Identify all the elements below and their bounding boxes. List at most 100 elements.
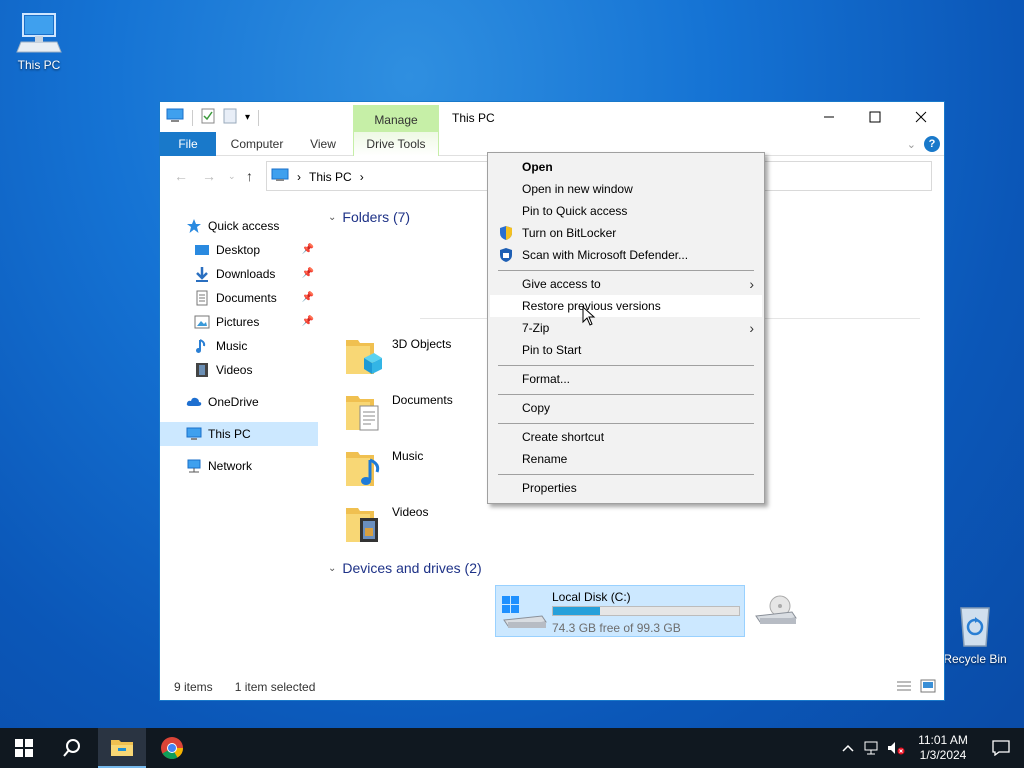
computer-icon — [186, 426, 202, 442]
pin-icon[interactable]: 📌 — [302, 316, 314, 327]
volume-muted-icon[interactable] — [884, 728, 908, 768]
search-icon — [63, 739, 80, 757]
tab-drive-tools[interactable]: Drive Tools — [353, 132, 439, 156]
group-header-folders[interactable]: ⌄ Folders (7) — [328, 209, 410, 225]
menu-item-copy[interactable]: Copy — [488, 397, 764, 419]
menu-item-restore-versions[interactable]: Restore previous versions — [490, 295, 762, 317]
tab-file[interactable]: File — [160, 132, 216, 156]
menu-item-7zip[interactable]: 7-Zip › — [488, 317, 764, 339]
pin-icon[interactable]: 📌 — [302, 244, 314, 255]
group-header-devices[interactable]: ⌄ Devices and drives (2) — [328, 560, 482, 576]
nav-item-this-pc[interactable]: This PC — [160, 422, 318, 446]
desktop-icon-this-pc[interactable]: This PC — [3, 8, 75, 72]
tab-computer[interactable]: Computer — [224, 132, 290, 156]
breadcrumb-separator[interactable]: › — [360, 170, 364, 184]
drive-local-disk-c[interactable]: Local Disk (C:) 74.3 GB free of 99.3 GB — [495, 585, 745, 637]
breadcrumb-separator[interactable]: › — [297, 170, 301, 184]
cloud-icon — [186, 394, 202, 410]
start-button[interactable] — [0, 728, 48, 768]
system-tray: 11:01 AM 1/3/2024 — [836, 728, 1024, 768]
network-tray-icon[interactable] — [860, 728, 884, 768]
notification-icon — [992, 740, 1010, 756]
menu-separator — [498, 394, 754, 395]
view-switcher — [896, 679, 936, 696]
clock-date: 1/3/2024 — [919, 748, 967, 762]
folder-documents[interactable]: Documents — [344, 390, 494, 440]
breadcrumb-this-pc[interactable]: This PC — [309, 170, 352, 184]
menu-item-rename[interactable]: Rename — [488, 448, 764, 470]
chevron-down-icon: ⌄ — [328, 562, 337, 574]
new-folder-qat-icon[interactable] — [223, 108, 237, 127]
menu-item-format[interactable]: Format... — [488, 368, 764, 390]
nav-item-quick-access[interactable]: Quick access — [186, 214, 316, 238]
chevron-up-icon[interactable] — [836, 728, 860, 768]
toolbar-separator — [192, 109, 193, 126]
menu-item-defender[interactable]: Scan with Microsoft Defender... — [488, 244, 764, 266]
chevron-right-icon: › — [749, 320, 754, 336]
large-icons-view-icon[interactable] — [920, 679, 936, 696]
folder-videos[interactable]: Videos — [344, 502, 494, 552]
nav-item-label: Desktop — [216, 243, 261, 257]
folder-3d-objects[interactable]: 3D Objects — [344, 334, 494, 384]
menu-separator — [498, 365, 754, 366]
pin-icon[interactable]: 📌 — [302, 292, 314, 303]
taskbar-file-explorer[interactable] — [98, 728, 146, 768]
menu-item-properties[interactable]: Properties — [488, 477, 764, 499]
desktop-icon-label: This PC — [17, 58, 61, 72]
nav-item-videos[interactable]: Videos — [194, 358, 318, 382]
expand-ribbon-icon[interactable]: ⌄ — [907, 138, 916, 151]
tab-view[interactable]: View — [298, 132, 348, 156]
menu-item-pin-start[interactable]: Pin to Start — [488, 339, 764, 361]
manage-contextual-tab[interactable]: Manage — [353, 105, 439, 135]
nav-item-documents[interactable]: Documents 📌 — [194, 286, 318, 310]
nav-item-label: Videos — [216, 363, 253, 377]
file-explorer-icon — [111, 740, 133, 756]
3d-objects-folder-icon — [344, 334, 384, 378]
nav-item-network[interactable]: Network — [186, 454, 318, 478]
clock[interactable]: 11:01 AM 1/3/2024 — [908, 733, 978, 763]
minimize-button[interactable] — [806, 102, 852, 132]
picture-icon — [194, 314, 210, 330]
menu-item-give-access[interactable]: Give access to › — [488, 273, 764, 295]
desktop-icon-recycle-bin[interactable]: Recycle Bin — [939, 602, 1011, 666]
properties-qat-icon[interactable] — [201, 108, 215, 127]
documents-folder-icon — [344, 390, 384, 434]
details-view-icon[interactable] — [896, 679, 912, 696]
menu-item-open[interactable]: Open — [488, 156, 764, 178]
up-arrow-icon[interactable]: ↑ — [246, 168, 253, 184]
nav-item-music[interactable]: Music — [194, 334, 318, 358]
menu-item-open-new-window[interactable]: Open in new window — [488, 178, 764, 200]
dvd-drive-icon[interactable] — [752, 592, 800, 631]
maximize-button[interactable] — [852, 102, 898, 132]
nav-item-pictures[interactable]: Pictures 📌 — [194, 310, 318, 334]
videos-folder-icon — [344, 502, 384, 546]
menu-item-bitlocker[interactable]: Turn on BitLocker — [488, 222, 764, 244]
folder-music[interactable]: Music — [344, 446, 494, 496]
taskbar: 11:01 AM 1/3/2024 — [0, 728, 1024, 768]
drive-free-space: 74.3 GB free of 99.3 GB — [552, 621, 681, 635]
menu-item-label: Turn on BitLocker — [522, 226, 617, 240]
title-bar: ▾ Manage This PC — [160, 102, 944, 135]
nav-item-label: Documents — [216, 291, 277, 305]
back-arrow-icon[interactable]: ← — [174, 168, 188, 184]
computer-small-icon — [166, 108, 184, 127]
menu-item-pin-quick-access[interactable]: Pin to Quick access — [488, 200, 764, 222]
windows-logo-icon — [15, 739, 33, 757]
folder-name: Documents — [392, 393, 453, 407]
pin-icon[interactable]: 📌 — [302, 268, 314, 279]
close-button[interactable] — [898, 102, 944, 132]
action-center-button[interactable] — [978, 728, 1024, 768]
nav-item-onedrive[interactable]: OneDrive — [186, 390, 318, 414]
recent-locations-icon[interactable]: ⌄ — [228, 171, 236, 182]
forward-arrow-icon[interactable]: → — [202, 168, 216, 184]
search-button[interactable] — [48, 728, 96, 768]
customize-qat-icon[interactable]: ▾ — [245, 112, 250, 123]
menu-item-create-shortcut[interactable]: Create shortcut — [488, 426, 764, 448]
help-icon[interactable]: ? — [924, 136, 940, 152]
nav-item-desktop[interactable]: Desktop 📌 — [194, 238, 318, 262]
menu-item-label: 7-Zip — [522, 321, 550, 335]
menu-item-label: Scan with Microsoft Defender... — [522, 248, 689, 262]
selection-count: 1 item selected — [234, 680, 316, 694]
taskbar-chrome[interactable] — [148, 728, 196, 768]
nav-item-downloads[interactable]: Downloads 📌 — [194, 262, 318, 286]
